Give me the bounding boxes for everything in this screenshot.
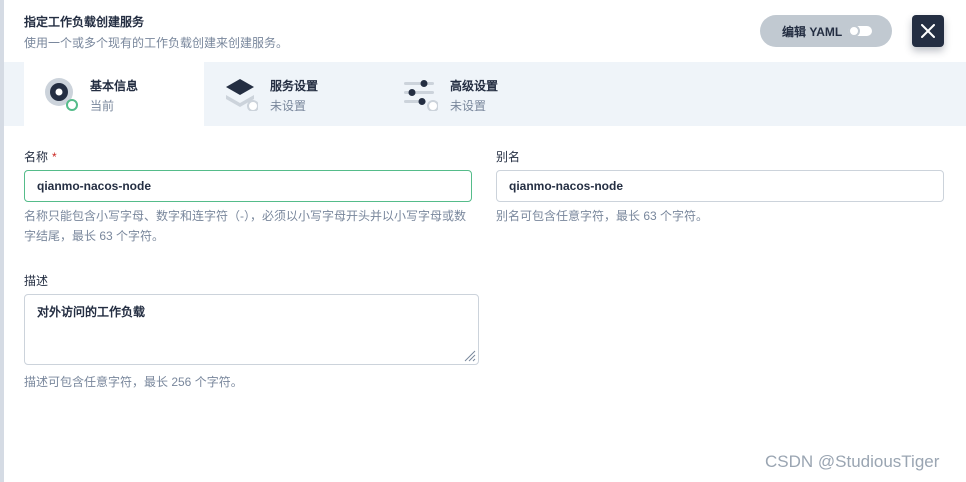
step-service-settings[interactable]: 服务设置 未设置 [204, 62, 384, 126]
watermark-text: CSDN @StudiousTiger [765, 452, 940, 471]
step-title: 基本信息 [90, 79, 139, 93]
modal-title: 指定工作负载创建服务 [24, 15, 145, 29]
step-basic-info[interactable]: 基本信息 当前 [24, 62, 204, 126]
description-field-label: 描述 [24, 274, 49, 288]
basic-info-icon [45, 78, 78, 111]
step-title: 高级设置 [450, 79, 499, 93]
edit-yaml-label: 编辑 YAML [782, 24, 843, 39]
alias-hint: 别名可包含任意字符，最长 63 个字符。 [496, 209, 709, 223]
alias-input[interactable] [496, 170, 944, 202]
step-advanced-settings[interactable]: 高级设置 未设置 [384, 62, 564, 126]
resize-handle-icon[interactable] [462, 348, 476, 362]
edit-yaml-toggle[interactable]: 编辑 YAML [760, 15, 892, 47]
modal-description: 使用一个或多个现有的工作负载创建来创建服务。 [24, 36, 289, 50]
step-status: 未设置 [450, 99, 487, 113]
required-mark: * [52, 150, 57, 164]
toggle-switch-icon [848, 25, 872, 37]
alias-field-label: 别名 [496, 150, 521, 164]
name-hint: 名称只能包含小写字母、数字和连字符（-），必须以小写字母开头并以小写字母或数字结… [24, 209, 466, 243]
description-hint: 描述可包含任意字符，最长 256 个字符。 [24, 375, 243, 389]
step-title: 服务设置 [270, 79, 319, 93]
layers-icon [226, 79, 258, 111]
step-status: 当前 [90, 99, 115, 113]
steps-bar: 基本信息 当前 服务设置 未设置 高级设置 未设置 [4, 62, 966, 126]
sliders-icon [404, 80, 438, 111]
name-field-label: 名称 * [24, 150, 57, 164]
close-button[interactable] [912, 15, 944, 47]
description-textarea[interactable]: 对外访问的工作负载 [24, 294, 479, 365]
name-input[interactable] [24, 170, 472, 202]
step-status: 未设置 [270, 99, 307, 113]
close-icon [921, 24, 935, 38]
modal-header: 指定工作负载创建服务 使用一个或多个现有的工作负载创建来创建服务。 编辑 YAM… [4, 0, 966, 62]
